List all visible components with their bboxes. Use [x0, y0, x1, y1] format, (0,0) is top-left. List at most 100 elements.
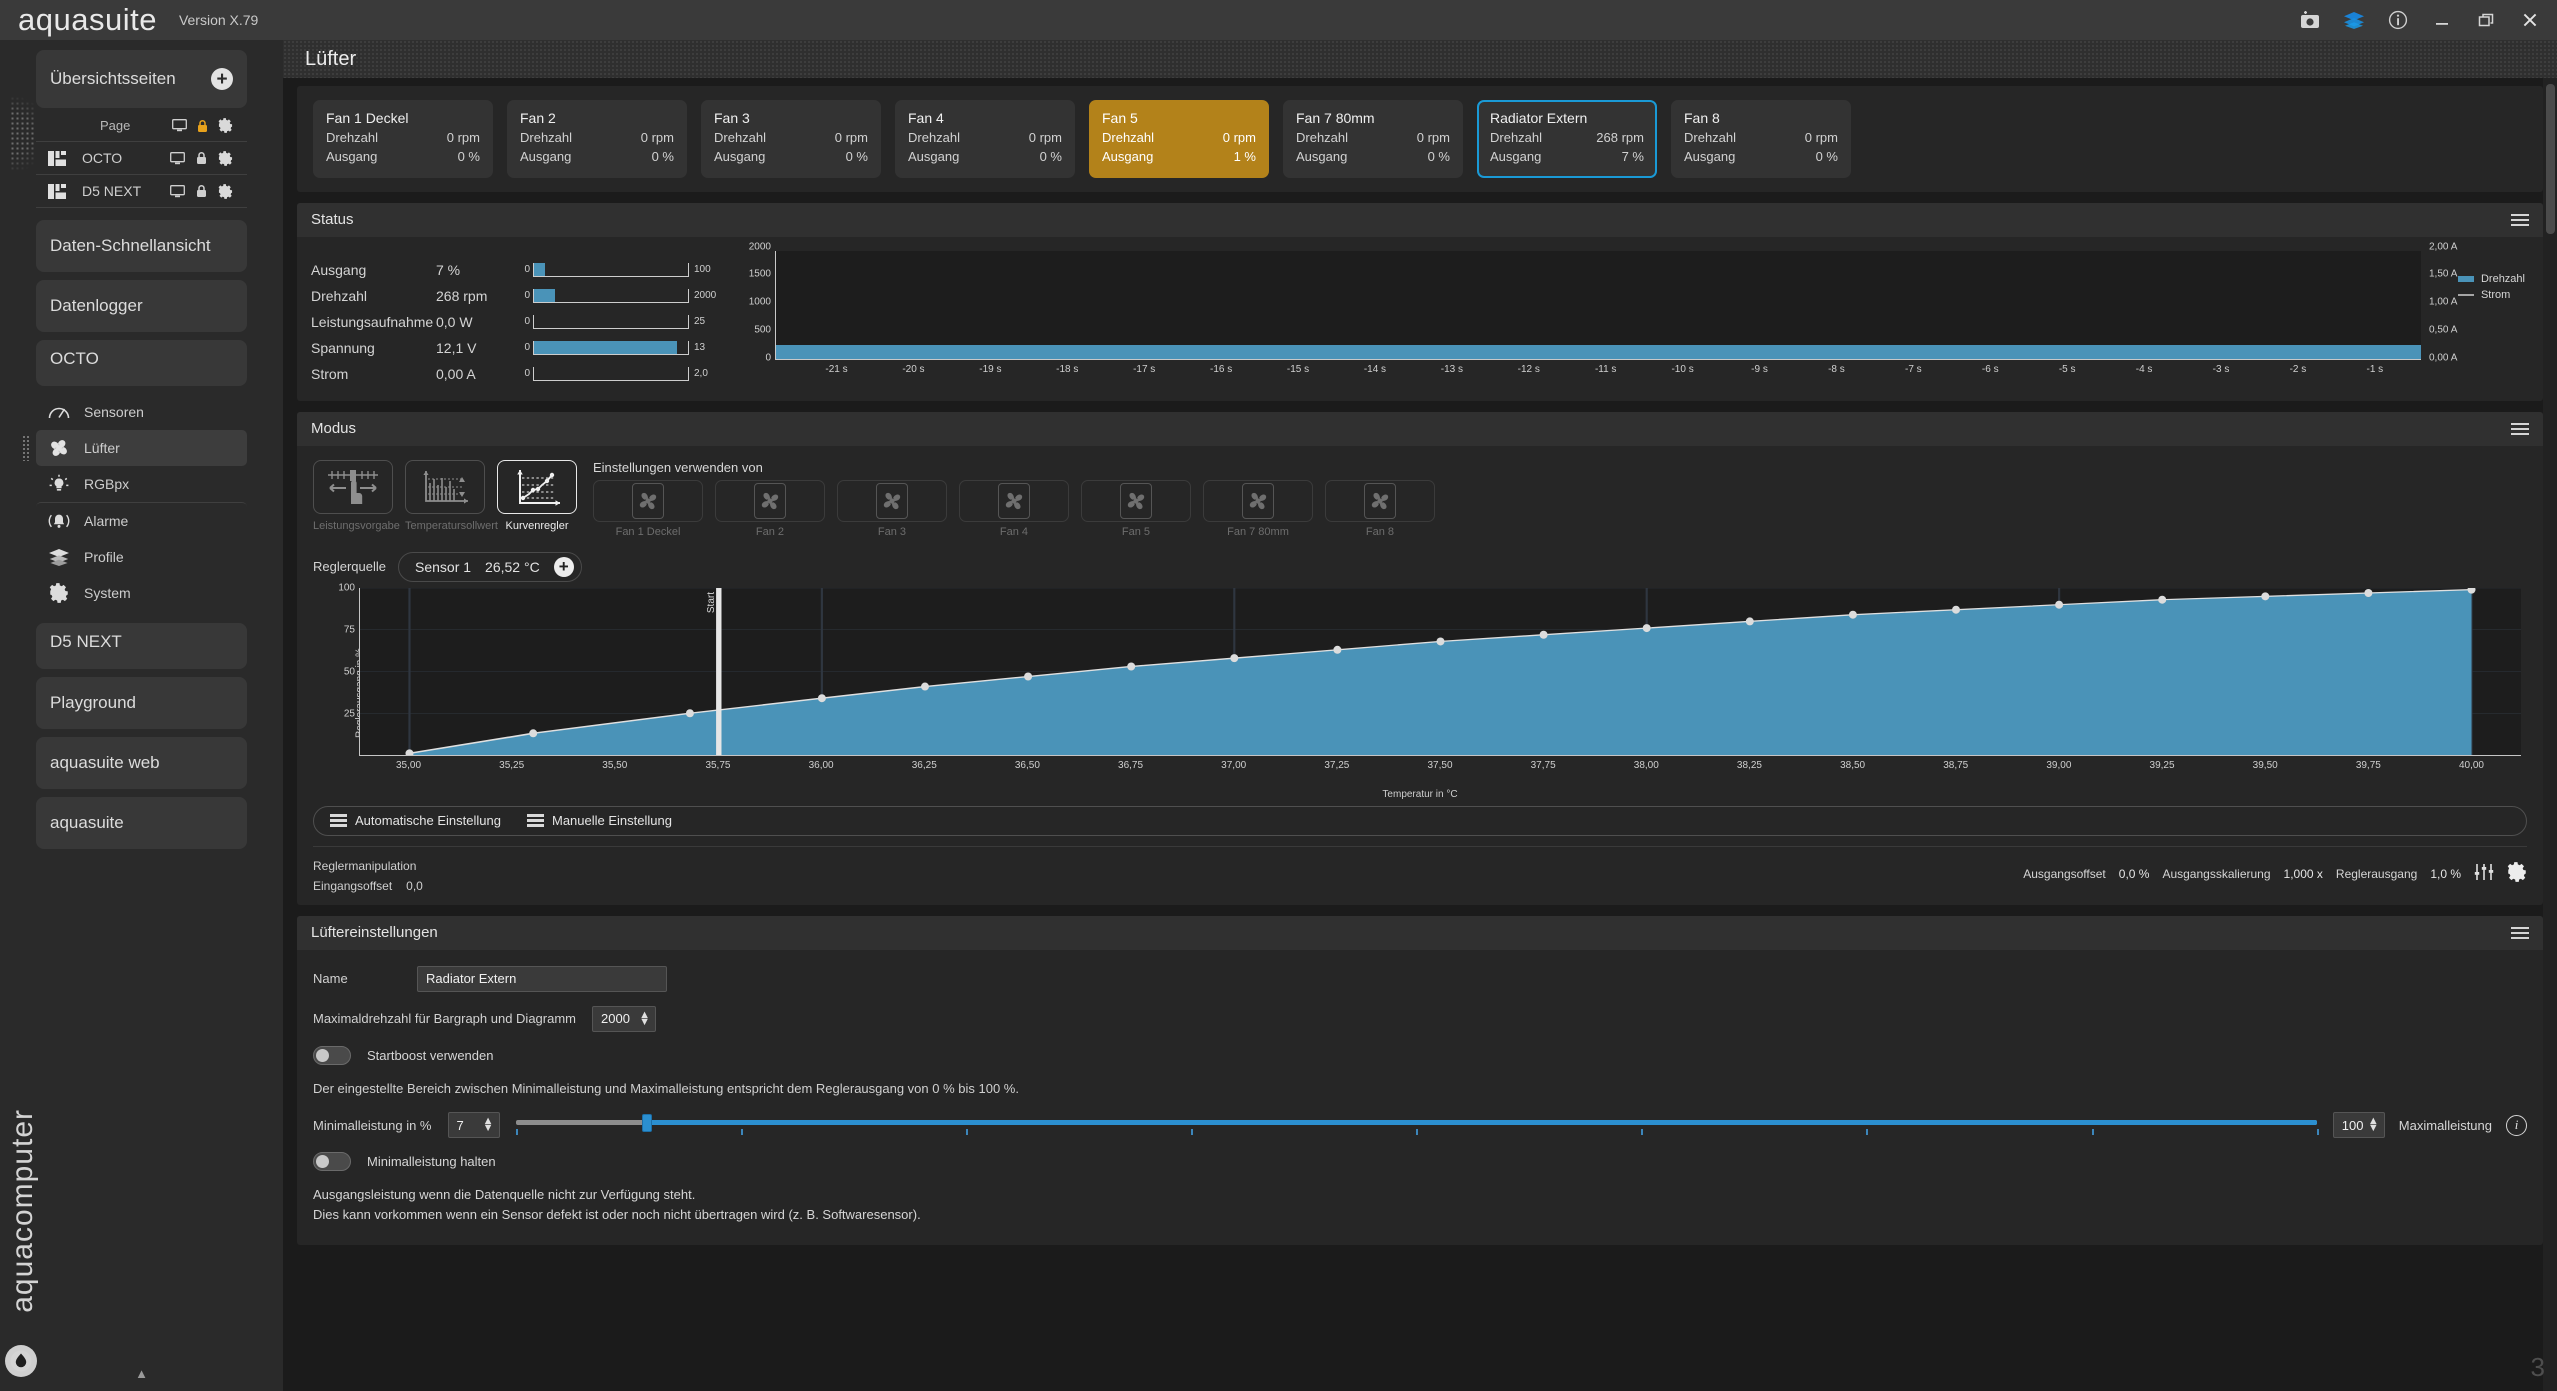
- close-icon[interactable]: [2519, 9, 2541, 31]
- sliders-icon[interactable]: [2474, 863, 2494, 884]
- monitor-icon[interactable]: [170, 184, 185, 198]
- copy-target-fan-8[interactable]: Fan 8: [1325, 479, 1435, 538]
- sidebar-item-overview-octo[interactable]: OCTO: [36, 142, 247, 175]
- fan-card-fan-3[interactable]: Fan 3 Drehzahl 0 rpm Ausgang 0 %: [701, 100, 881, 178]
- copy-target-fan-3[interactable]: Fan 3: [837, 479, 947, 538]
- fan-card-fan-5[interactable]: Fan 5 Drehzahl 0 rpm Ausgang 1 %: [1089, 100, 1269, 178]
- mode-kurvenregler[interactable]: Kurvenregler: [497, 459, 577, 532]
- curve-point[interactable]: [2261, 592, 2270, 601]
- sidebar-item-octo[interactable]: OCTO: [36, 340, 247, 386]
- stepper-arrows-icon[interactable]: ▲ ▼: [483, 1116, 494, 1134]
- fan-name-input[interactable]: Radiator Extern: [417, 965, 667, 992]
- monitor-icon[interactable]: [172, 119, 187, 132]
- mode-leistungsvorgabe[interactable]: Leistungsvorgabe: [313, 459, 400, 532]
- copy-target-fan-1-deckel[interactable]: Fan 1 Deckel: [593, 479, 703, 538]
- stepper-arrows-icon[interactable]: ▲ ▼: [2368, 1116, 2379, 1134]
- gear-icon[interactable]: [218, 150, 233, 166]
- curve-point[interactable]: [817, 693, 826, 702]
- monitor-icon[interactable]: [170, 151, 185, 165]
- curve-point[interactable]: [1745, 617, 1754, 626]
- sidebar-item-d5next[interactable]: D5 NEXT: [36, 623, 247, 669]
- curve-point[interactable]: [529, 728, 538, 737]
- startboost-toggle[interactable]: [313, 1045, 351, 1065]
- fan-card-fan-8[interactable]: Fan 8 Drehzahl 0 rpm Ausgang 0 %: [1671, 100, 1851, 178]
- sidebar-item-aquasuite-web[interactable]: aquasuite web: [36, 737, 247, 789]
- sidebar-item-datenlogger[interactable]: Datenlogger: [36, 280, 247, 332]
- sidebar-scroll-up-icon[interactable]: ▲: [135, 1366, 148, 1381]
- sidebar-item-alarme[interactable]: Alarme: [36, 502, 247, 539]
- curve-point[interactable]: [685, 708, 694, 717]
- screenshot-icon[interactable]: [2299, 9, 2321, 31]
- scrollbar-thumb[interactable]: [2546, 84, 2555, 234]
- gear-icon[interactable]: [2507, 862, 2527, 885]
- curve-chart-plot[interactable]: Start: [359, 587, 2521, 756]
- sidebar-item-sensoren[interactable]: Sensoren: [36, 394, 247, 430]
- copy-target-fan-7-80mm[interactable]: Fan 7 80mm: [1203, 479, 1313, 538]
- sidebar-group-overview[interactable]: Übersichtsseiten +: [36, 50, 247, 108]
- stepper-arrows-icon[interactable]: ▲ ▼: [639, 1010, 650, 1028]
- modus-menu-icon[interactable]: [2511, 422, 2529, 435]
- curve-point[interactable]: [2055, 600, 2064, 609]
- status-menu-icon[interactable]: [2511, 213, 2529, 226]
- drag-grip-icon[interactable]: [22, 435, 30, 461]
- max-rpm-stepper[interactable]: 2000 ▲ ▼: [592, 1005, 657, 1032]
- curve-point[interactable]: [1848, 610, 1857, 619]
- minimize-icon[interactable]: [2431, 9, 2453, 31]
- curve-point[interactable]: [1333, 645, 1342, 654]
- add-overview-page-icon[interactable]: +: [211, 68, 233, 90]
- fan-card-fan-1-deckel[interactable]: Fan 1 Deckel Drehzahl 0 rpm Ausgang 0 %: [313, 100, 493, 178]
- info-icon[interactable]: i: [2506, 1114, 2527, 1136]
- curve-point[interactable]: [1539, 630, 1548, 639]
- curve-point[interactable]: [1230, 653, 1239, 662]
- curve-point[interactable]: [1024, 672, 1033, 681]
- sidebar-item-playground[interactable]: Playground: [36, 677, 247, 729]
- mode-temperatursollwert[interactable]: Temperatursollwert: [405, 459, 498, 532]
- copy-target-fan-4[interactable]: Fan 4: [959, 479, 1069, 538]
- gear-icon[interactable]: [218, 118, 233, 133]
- fan-card-radiator-extern[interactable]: Radiator Extern Drehzahl 268 rpm Ausgang 7…: [1477, 100, 1657, 178]
- status-x-tick: -21 s: [825, 363, 848, 375]
- input-offset-value[interactable]: 0,0: [406, 879, 423, 893]
- sidebar-item-aquasuite[interactable]: aquasuite: [36, 797, 247, 849]
- lock-icon[interactable]: [195, 151, 208, 165]
- curve-point[interactable]: [405, 749, 414, 755]
- copy-target-fan-2[interactable]: Fan 2: [715, 479, 825, 538]
- curve-point[interactable]: [2158, 595, 2167, 604]
- power-range-slider[interactable]: [515, 1112, 2319, 1138]
- curve-point[interactable]: [1642, 623, 1651, 632]
- curve-point[interactable]: [920, 682, 929, 691]
- output-scale-value[interactable]: 1,000 x: [2284, 867, 2323, 881]
- info-icon[interactable]: [2387, 9, 2409, 31]
- curve-point[interactable]: [2467, 587, 2476, 594]
- sidebar-item-overview-d5next[interactable]: D5 NEXT: [36, 175, 247, 208]
- layers-icon[interactable]: [2343, 9, 2365, 31]
- fan-card-fan-7-80mm[interactable]: Fan 7 80mm Drehzahl 0 rpm Ausgang 0 %: [1283, 100, 1463, 178]
- gear-icon[interactable]: [218, 183, 233, 199]
- fan-card-fan-2[interactable]: Fan 2 Drehzahl 0 rpm Ausgang 0 %: [507, 100, 687, 178]
- curve-point[interactable]: [1952, 605, 1961, 614]
- fan-settings-menu-icon[interactable]: [2511, 926, 2529, 939]
- sidebar-item-daten-schnellansicht[interactable]: Daten-Schnellansicht: [36, 220, 247, 272]
- output-offset-value[interactable]: 0,0 %: [2119, 867, 2150, 881]
- status-x-tick: -1 s: [2366, 363, 2384, 375]
- sidebar-item-profile[interactable]: Profile: [36, 539, 247, 575]
- copy-target-fan-5[interactable]: Fan 5: [1081, 479, 1191, 538]
- sidebar-item-system[interactable]: System: [36, 575, 247, 611]
- curve-point[interactable]: [1436, 637, 1445, 646]
- lock-icon[interactable]: [195, 184, 208, 198]
- hold-min-toggle[interactable]: [313, 1152, 351, 1172]
- min-power-stepper[interactable]: 7 ▲ ▼: [447, 1112, 500, 1139]
- curve-point[interactable]: [2364, 588, 2373, 597]
- restore-icon[interactable]: [2475, 9, 2497, 31]
- sidebar-item-luefter[interactable]: Lüfter: [22, 430, 247, 466]
- curve-point[interactable]: [1127, 662, 1136, 671]
- main-scrollbar[interactable]: [2543, 78, 2557, 1391]
- plus-icon[interactable]: +: [553, 556, 574, 577]
- lock-icon[interactable]: [196, 119, 209, 133]
- controller-source-pill[interactable]: Sensor 1 26,52 °C +: [398, 551, 582, 582]
- manuelle-einstellung-button[interactable]: Manuelle Einstellung: [526, 813, 672, 828]
- automatische-einstellung-button[interactable]: Automatische Einstellung: [330, 813, 501, 828]
- max-power-stepper[interactable]: 100 ▲ ▼: [2332, 1112, 2385, 1139]
- sidebar-item-rgbpx[interactable]: RGBpx: [36, 466, 247, 502]
- fan-card-fan-4[interactable]: Fan 4 Drehzahl 0 rpm Ausgang 0 %: [895, 100, 1075, 178]
